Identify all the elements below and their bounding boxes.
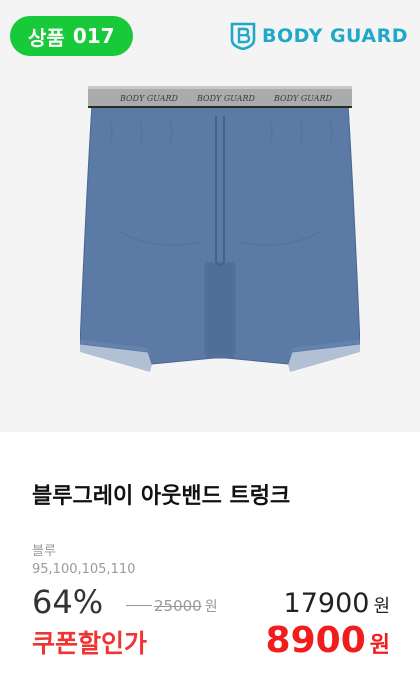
sale-price-value: 17900 <box>283 588 370 619</box>
product-photo-area: 상품 017 BODY GUARD BODY GUARD BODY GUARD … <box>0 0 420 432</box>
waistband-text: BODY GUARD <box>119 94 179 103</box>
discount-rate: 64% <box>32 583 104 621</box>
badge-prefix: 상품 <box>28 25 65 50</box>
product-number-badge: 상품 017 <box>10 16 133 56</box>
original-price-unit: 원 <box>204 599 218 615</box>
shield-b-icon <box>230 22 256 50</box>
brand-logo: BODY GUARD <box>230 22 408 50</box>
waistband-text: BODY GUARD <box>196 94 256 103</box>
strike-line <box>126 605 152 606</box>
coupon-price-value: 8900 <box>265 620 366 661</box>
product-title[interactable]: 블루그레이 아웃밴드 트렁크 <box>32 478 290 510</box>
product-sizes: 95,100,105,110 <box>32 562 136 577</box>
original-price-value: 25000 <box>154 597 202 615</box>
waistband-text: BODY GUARD <box>273 94 333 103</box>
sale-price: 17900 원 <box>284 588 390 619</box>
coupon-price: 8900 원 <box>266 620 390 661</box>
badge-number: 017 <box>72 24 115 48</box>
brand-name: BODY GUARD <box>262 25 408 47</box>
product-color: 블루 <box>32 544 56 559</box>
original-price: 25000 원 <box>126 596 218 616</box>
boxer-trunk-image: BODY GUARD BODY GUARD BODY GUARD <box>80 86 360 372</box>
coupon-price-unit: 원 <box>369 633 390 658</box>
sale-price-unit: 원 <box>373 596 390 617</box>
coupon-price-label: 쿠폰할인가 <box>32 629 148 658</box>
